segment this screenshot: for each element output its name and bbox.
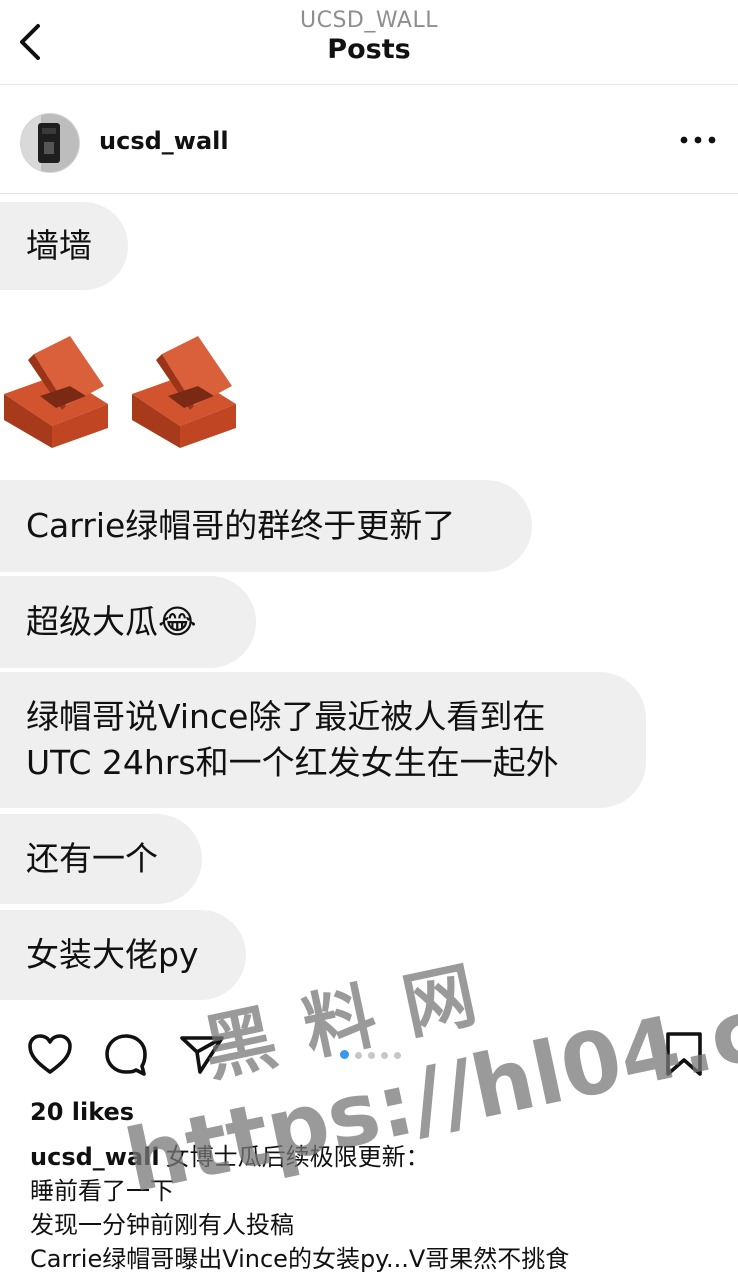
message-bubble: 还有一个	[0, 814, 202, 904]
message-bubble-multiline: 绿帽哥说Vince除了最近被人看到在 UTC 24hrs和一个红发女生在一起外	[0, 672, 646, 808]
carousel-dot-active	[340, 1050, 349, 1059]
caption-text: 女博士瓜后续极限更新：	[165, 1143, 430, 1171]
comment-button[interactable]	[102, 1030, 150, 1078]
post-actions	[0, 1014, 738, 1094]
message-bubble: Carrie绿帽哥的群终于更新了	[0, 480, 532, 572]
message-bubble: 墙墙	[0, 202, 128, 290]
message-line: 绿帽哥说Vince除了最近被人看到在	[26, 697, 546, 736]
message-bubble: 超级大瓜😂	[0, 576, 256, 668]
share-button[interactable]	[178, 1030, 226, 1078]
post-caption: ucsd_wall 女博士瓜后续极限更新： 睡前看了一下 发现一分钟前刚有人投稿 …	[30, 1140, 730, 1276]
avatar-image	[21, 114, 79, 172]
carousel-dot	[381, 1052, 388, 1059]
post-image[interactable]: 墙墙 Carrie绿帽哥的群终于更新了 超级大瓜😂 绿帽哥说Vince除了最近被…	[0, 194, 738, 1014]
more-horizontal-icon	[680, 136, 716, 144]
likes-count[interactable]: 20 likes	[30, 1098, 134, 1126]
page-title: Posts	[327, 34, 411, 65]
top-bar: UCSD_WALL Posts	[0, 0, 738, 85]
caption-line: 发现一分钟前刚有人投稿	[30, 1211, 294, 1239]
bookmark-icon	[666, 1032, 702, 1076]
save-button[interactable]	[660, 1030, 708, 1078]
carousel-dot	[394, 1052, 401, 1059]
send-icon	[180, 1036, 224, 1074]
like-button[interactable]	[26, 1030, 74, 1078]
avatar[interactable]	[20, 113, 80, 173]
caption-first-line: ucsd_wall 女博士瓜后续极限更新：	[30, 1140, 730, 1174]
message-bubble: 女装大佬py	[0, 910, 246, 1000]
more-options-button[interactable]	[676, 127, 720, 153]
caption-line: Carrie绿帽哥曝出Vince的女装py...V哥果然不挑食	[30, 1245, 570, 1273]
carousel-dot	[355, 1052, 362, 1059]
heart-icon	[28, 1034, 72, 1074]
post-author-row: ucsd_wall	[0, 85, 738, 194]
account-name-label: UCSD_WALL	[300, 8, 438, 33]
author-username[interactable]: ucsd_wall	[99, 127, 229, 155]
caption-line: 睡前看了一下	[30, 1177, 174, 1205]
brick-emoji-image	[0, 324, 260, 454]
carousel-dot	[368, 1052, 375, 1059]
caption-username[interactable]: ucsd_wall	[30, 1143, 160, 1171]
message-line: UTC 24hrs和一个红发女生在一起外	[26, 743, 559, 782]
comment-icon	[105, 1034, 147, 1076]
carousel-indicator	[340, 1044, 420, 1059]
